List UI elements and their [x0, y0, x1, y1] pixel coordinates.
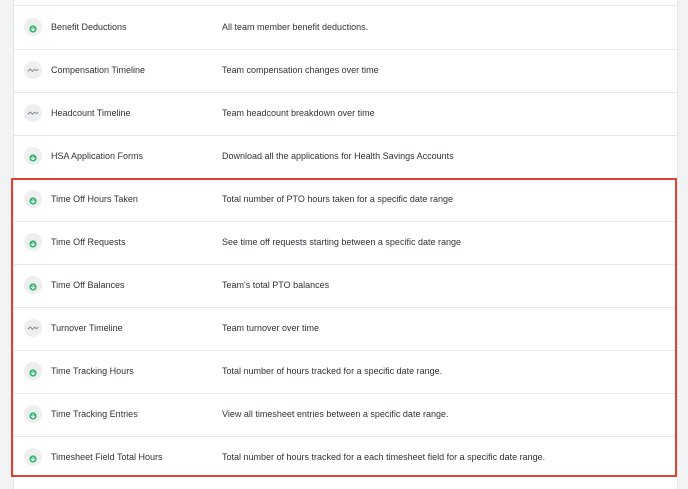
report-description: Team turnover over time [222, 323, 320, 333]
download-icon [24, 147, 42, 165]
download-icon [24, 233, 42, 251]
report-row[interactable]: Benefit Deductions All team member benefi… [14, 6, 677, 50]
report-row[interactable]: Timesheet Field Total Hours Total number … [14, 436, 677, 479]
report-description: View all timesheet entries between a spe… [222, 409, 449, 419]
report-name[interactable]: Time Tracking Entries [51, 393, 138, 436]
report-name[interactable]: Time Off Hours Taken [51, 178, 138, 221]
report-name[interactable]: Compensation Timeline [51, 49, 145, 92]
report-name[interactable]: Timesheet Field Total Hours [51, 436, 163, 479]
report-row[interactable]: Time Off Balances Team's total PTO balanc… [14, 264, 677, 308]
report-row[interactable]: Compensation Timeline Team compensation c… [14, 49, 677, 93]
report-name[interactable]: Time Off Requests [51, 221, 126, 264]
download-icon [24, 276, 42, 294]
download-icon [24, 448, 42, 466]
report-row[interactable]: Turnover Timeline Team turnover over time [14, 307, 677, 351]
timeline-icon [24, 61, 42, 79]
report-row[interactable]: Time Off Hours Taken Total number of PTO … [14, 178, 677, 222]
report-name[interactable]: Turnover Timeline [51, 307, 123, 350]
report-row[interactable]: Time Off Requests See time off requests s… [14, 221, 677, 265]
report-description: All team member benefit deductions. [222, 22, 369, 32]
download-icon [24, 18, 42, 36]
report-description: See time off requests starting between a… [222, 237, 461, 247]
download-icon [24, 405, 42, 423]
reports-list: Benefit Deductions All team member benefi… [13, 0, 678, 489]
report-name[interactable]: Time Off Balances [51, 264, 125, 307]
report-description: Team's total PTO balances [222, 280, 330, 290]
report-row[interactable]: Headcount Timeline Team headcount breakdo… [14, 92, 677, 136]
report-name[interactable]: HSA Application Forms [51, 135, 143, 178]
report-description: Team headcount breakdown over time [222, 108, 375, 118]
report-description: Total number of hours tracked for a spec… [222, 366, 443, 376]
report-name[interactable]: Time Tracking Hours [51, 350, 134, 393]
timeline-icon [24, 104, 42, 122]
timeline-icon [24, 319, 42, 337]
download-icon [24, 362, 42, 380]
report-row[interactable]: Time Tracking Hours Total number of hours… [14, 350, 677, 394]
download-icon [24, 190, 42, 208]
report-description: Total number of PTO hours taken for a sp… [222, 194, 453, 204]
report-name[interactable]: Headcount Timeline [51, 92, 131, 135]
report-name[interactable]: Benefit Deductions [51, 6, 127, 49]
report-description: Team compensation changes over time [222, 65, 379, 75]
report-row[interactable]: Time Tracking Entries View all timesheet … [14, 393, 677, 437]
report-description: Total number of hours tracked for a each… [222, 452, 546, 462]
report-row[interactable]: HSA Application Forms Download all the ap… [14, 135, 677, 179]
report-description: Download all the applications for Health… [222, 151, 454, 161]
